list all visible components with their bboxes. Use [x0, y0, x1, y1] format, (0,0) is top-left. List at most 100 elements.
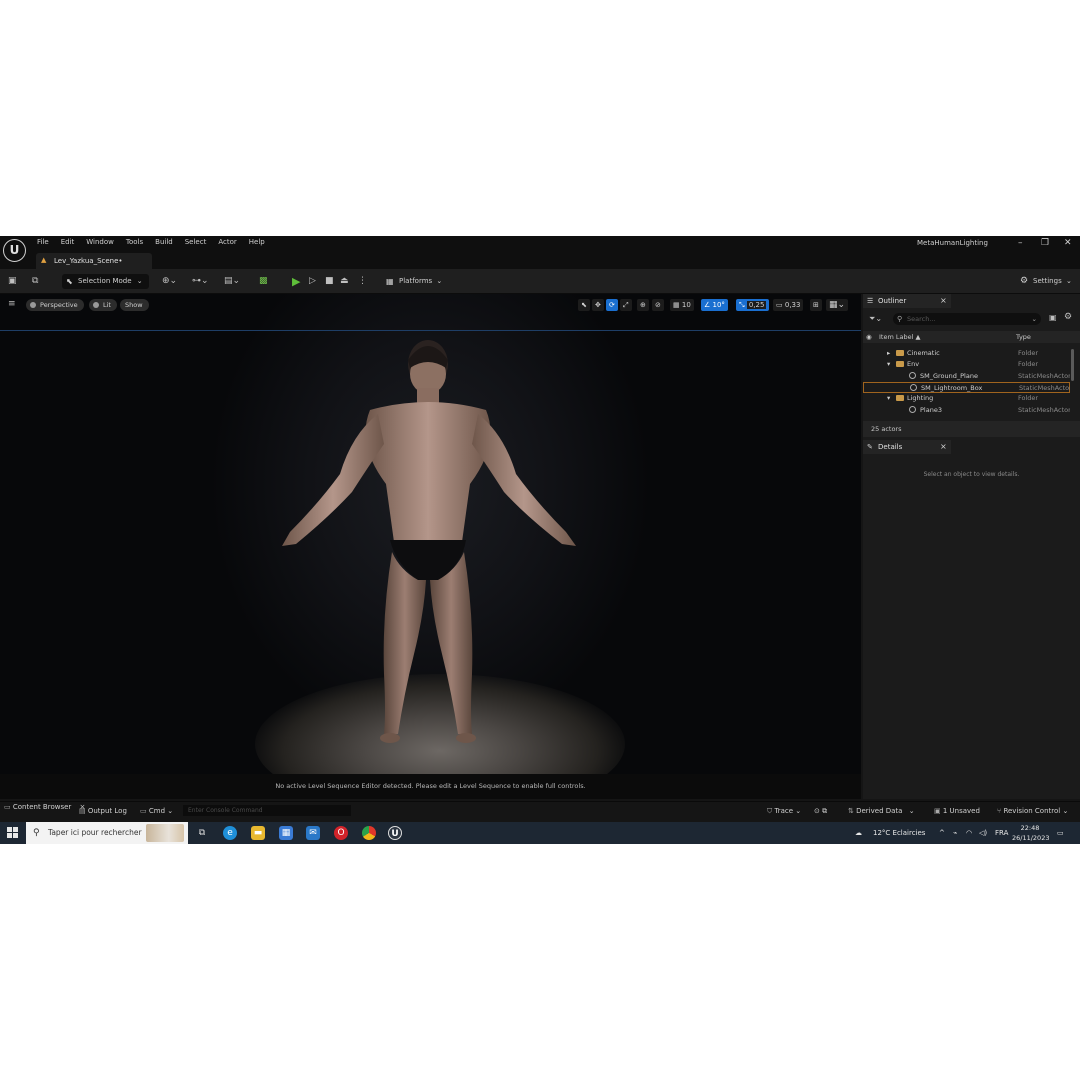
content-icon[interactable]: ⧉ [32, 274, 38, 289]
unsaved-button[interactable]: ▣ 1 Unsaved [934, 806, 980, 817]
opera-icon[interactable]: O [334, 826, 348, 840]
lit-button[interactable]: Lit [89, 299, 117, 311]
add-actor-icon[interactable]: ⊕⌄ [162, 274, 177, 289]
chevron-right-icon[interactable]: ▸ [887, 348, 890, 359]
edge-browser-icon[interactable]: e [223, 826, 237, 840]
volume-icon[interactable]: ◁) [979, 825, 987, 841]
unreal-logo-icon[interactable]: U [3, 239, 26, 262]
menu-build[interactable]: Build [155, 238, 173, 246]
record-icon[interactable]: ⊙ ⧉ [814, 806, 827, 817]
layout-icon[interactable]: ▦⌄ [826, 299, 849, 311]
type-column[interactable]: Type [1016, 331, 1031, 343]
menu-select[interactable]: Select [185, 238, 207, 246]
minimize-button[interactable]: – [1018, 238, 1023, 248]
outliner-search-input[interactable]: ⚲ Search... ⌄ [893, 313, 1041, 325]
close-icon[interactable]: × [940, 442, 947, 451]
outliner-row[interactable]: ▾ Lighting Folder [863, 393, 1070, 404]
trace-label: Trace [774, 807, 794, 815]
taskbar-clock[interactable]: 22:48 26/11/2023 [1012, 823, 1049, 843]
menu-file[interactable]: File [37, 238, 49, 246]
outliner-row[interactable]: SM_Lightroom_Box StaticMeshActor [863, 381, 1070, 393]
select-tool-icon[interactable]: ⬉ [578, 299, 590, 311]
file-explorer-icon[interactable]: ▬ [251, 826, 265, 840]
chevron-down-icon[interactable]: ▾ [887, 359, 890, 370]
camera-speed-value: 0,33 [784, 301, 801, 309]
scale-tool-icon[interactable]: ⤢ [620, 299, 632, 311]
outliner-tab[interactable]: ☰ Outliner × [863, 294, 951, 308]
visibility-eye-icon[interactable]: ◉ [866, 331, 872, 343]
item-label-column[interactable]: Item Label ▲ [879, 331, 920, 343]
cinematics-icon[interactable]: ▤⌄ [224, 274, 240, 289]
show-button[interactable]: Show [120, 299, 149, 311]
hamburger-menu-icon[interactable]: ≡ [8, 299, 16, 309]
play-options-icon[interactable]: ⋮ [358, 274, 367, 289]
chrome-icon[interactable] [362, 826, 376, 840]
selection-mode-dropdown[interactable]: ⬉ Selection Mode ⌄ [62, 274, 149, 289]
eject-icon[interactable]: ⏏ [340, 274, 349, 289]
platforms-dropdown[interactable]: ▦ Platforms ⌄ [384, 274, 442, 289]
actor-count: 25 actors [863, 421, 1080, 437]
output-log-button[interactable]: ▤ Output Log [79, 806, 127, 817]
surface-snap-icon[interactable]: ⊘ [652, 299, 664, 311]
cmd-dropdown[interactable]: ▭ Cmd ⌄ [140, 806, 173, 817]
play-icon[interactable]: ▶ [292, 274, 300, 289]
mail-icon[interactable]: ✉ [306, 826, 320, 840]
grid-snap-button[interactable]: ▦ 10 [670, 299, 694, 311]
stop-icon[interactable]: ■ [325, 274, 334, 289]
weather-icon[interactable]: ☁ [855, 825, 862, 841]
blueprint-icon[interactable]: ⊶⌄ [192, 274, 209, 289]
weather-text[interactable]: 12°C Eclaircies [873, 825, 925, 841]
chevron-down-icon[interactable]: ▾ [887, 393, 890, 404]
task-view-icon[interactable]: ⧉ [195, 826, 209, 840]
outliner-scrollbar[interactable] [1071, 349, 1074, 381]
restore-button[interactable]: ❐ [1041, 238, 1049, 248]
language-indicator[interactable]: FRA [995, 825, 1008, 841]
world-space-icon[interactable]: ⊕ [637, 299, 649, 311]
rotate-tool-icon[interactable]: ⟳ [606, 299, 618, 311]
menu-window[interactable]: Window [86, 238, 114, 246]
translate-tool-icon[interactable]: ✥ [592, 299, 604, 311]
battery-icon[interactable]: ⌁ [953, 825, 957, 841]
step-icon[interactable]: ▷ [309, 274, 316, 289]
chevron-up-icon[interactable]: ^ [939, 825, 945, 841]
trace-dropdown[interactable]: ⛉ Trace ⌄ [767, 806, 801, 817]
outliner-row[interactable]: ▾ Env Folder [863, 359, 1070, 370]
content-browser-tab[interactable]: ▭ Content Browser × [4, 802, 85, 813]
details-tab[interactable]: ✎ Details × [863, 440, 951, 454]
menu-help[interactable]: Help [249, 238, 265, 246]
left-foot [380, 733, 400, 743]
outliner-row[interactable]: Plane3 StaticMeshActor [863, 405, 1070, 416]
revision-control-label: Revision Control [1003, 807, 1061, 815]
perspective-button[interactable]: Perspective [26, 299, 84, 311]
menu-edit[interactable]: Edit [61, 238, 75, 246]
content-browser-icon: ▭ [4, 803, 11, 811]
derived-data-dropdown[interactable]: ⇅ Derived Data ⌄ [848, 806, 915, 817]
revision-control-dropdown[interactable]: ⑂ Revision Control ⌄ [997, 806, 1068, 817]
scale-snap-button[interactable]: ⤡ 0,25 [736, 299, 770, 311]
menu-actor[interactable]: Actor [218, 238, 236, 246]
level-tab[interactable]: ▲ Lev_Yazkua_Scene• [36, 253, 152, 269]
rotation-snap-button[interactable]: ∠ 10° [701, 299, 728, 311]
mode-icon[interactable]: ▩ [259, 274, 268, 289]
settings-dropdown[interactable]: ⚙ Settings ⌄ [1020, 274, 1072, 289]
close-icon[interactable]: × [940, 296, 947, 305]
unreal-taskbar-icon[interactable]: U [388, 826, 402, 840]
wifi-icon[interactable]: ◠ [966, 825, 972, 841]
camera-speed-button[interactable]: ▭ 0,33 [773, 299, 804, 311]
save-icon[interactable]: ▣ [8, 274, 17, 289]
outliner-row-label: Plane3 [909, 405, 942, 416]
close-window-button[interactable]: ✕ [1064, 238, 1072, 248]
filter-icon[interactable]: ⏷⌄ [869, 314, 882, 324]
notifications-icon[interactable]: ▭ [1057, 825, 1064, 841]
outliner-row[interactable]: ▸ Cinematic Folder [863, 348, 1070, 359]
folder-icon [896, 350, 904, 356]
menu-tools[interactable]: Tools [126, 238, 143, 246]
console-command-input[interactable]: Enter Console Command [183, 805, 351, 816]
gear-icon[interactable]: ⚙ [1064, 312, 1072, 322]
store-icon[interactable]: ▦ [279, 826, 293, 840]
level-viewport[interactable]: ≡ Perspective Lit Show ⬉ ✥ ⟳ ⤢ ⊕ ⊘ ▦ 10 [0, 294, 861, 799]
outliner-row[interactable]: SM_Ground_Plane StaticMeshActor [863, 371, 1070, 382]
windows-start-icon[interactable] [7, 827, 18, 838]
maximize-viewport-icon[interactable]: ⊞ [810, 299, 822, 311]
add-folder-icon[interactable]: ▣ [1049, 313, 1057, 322]
